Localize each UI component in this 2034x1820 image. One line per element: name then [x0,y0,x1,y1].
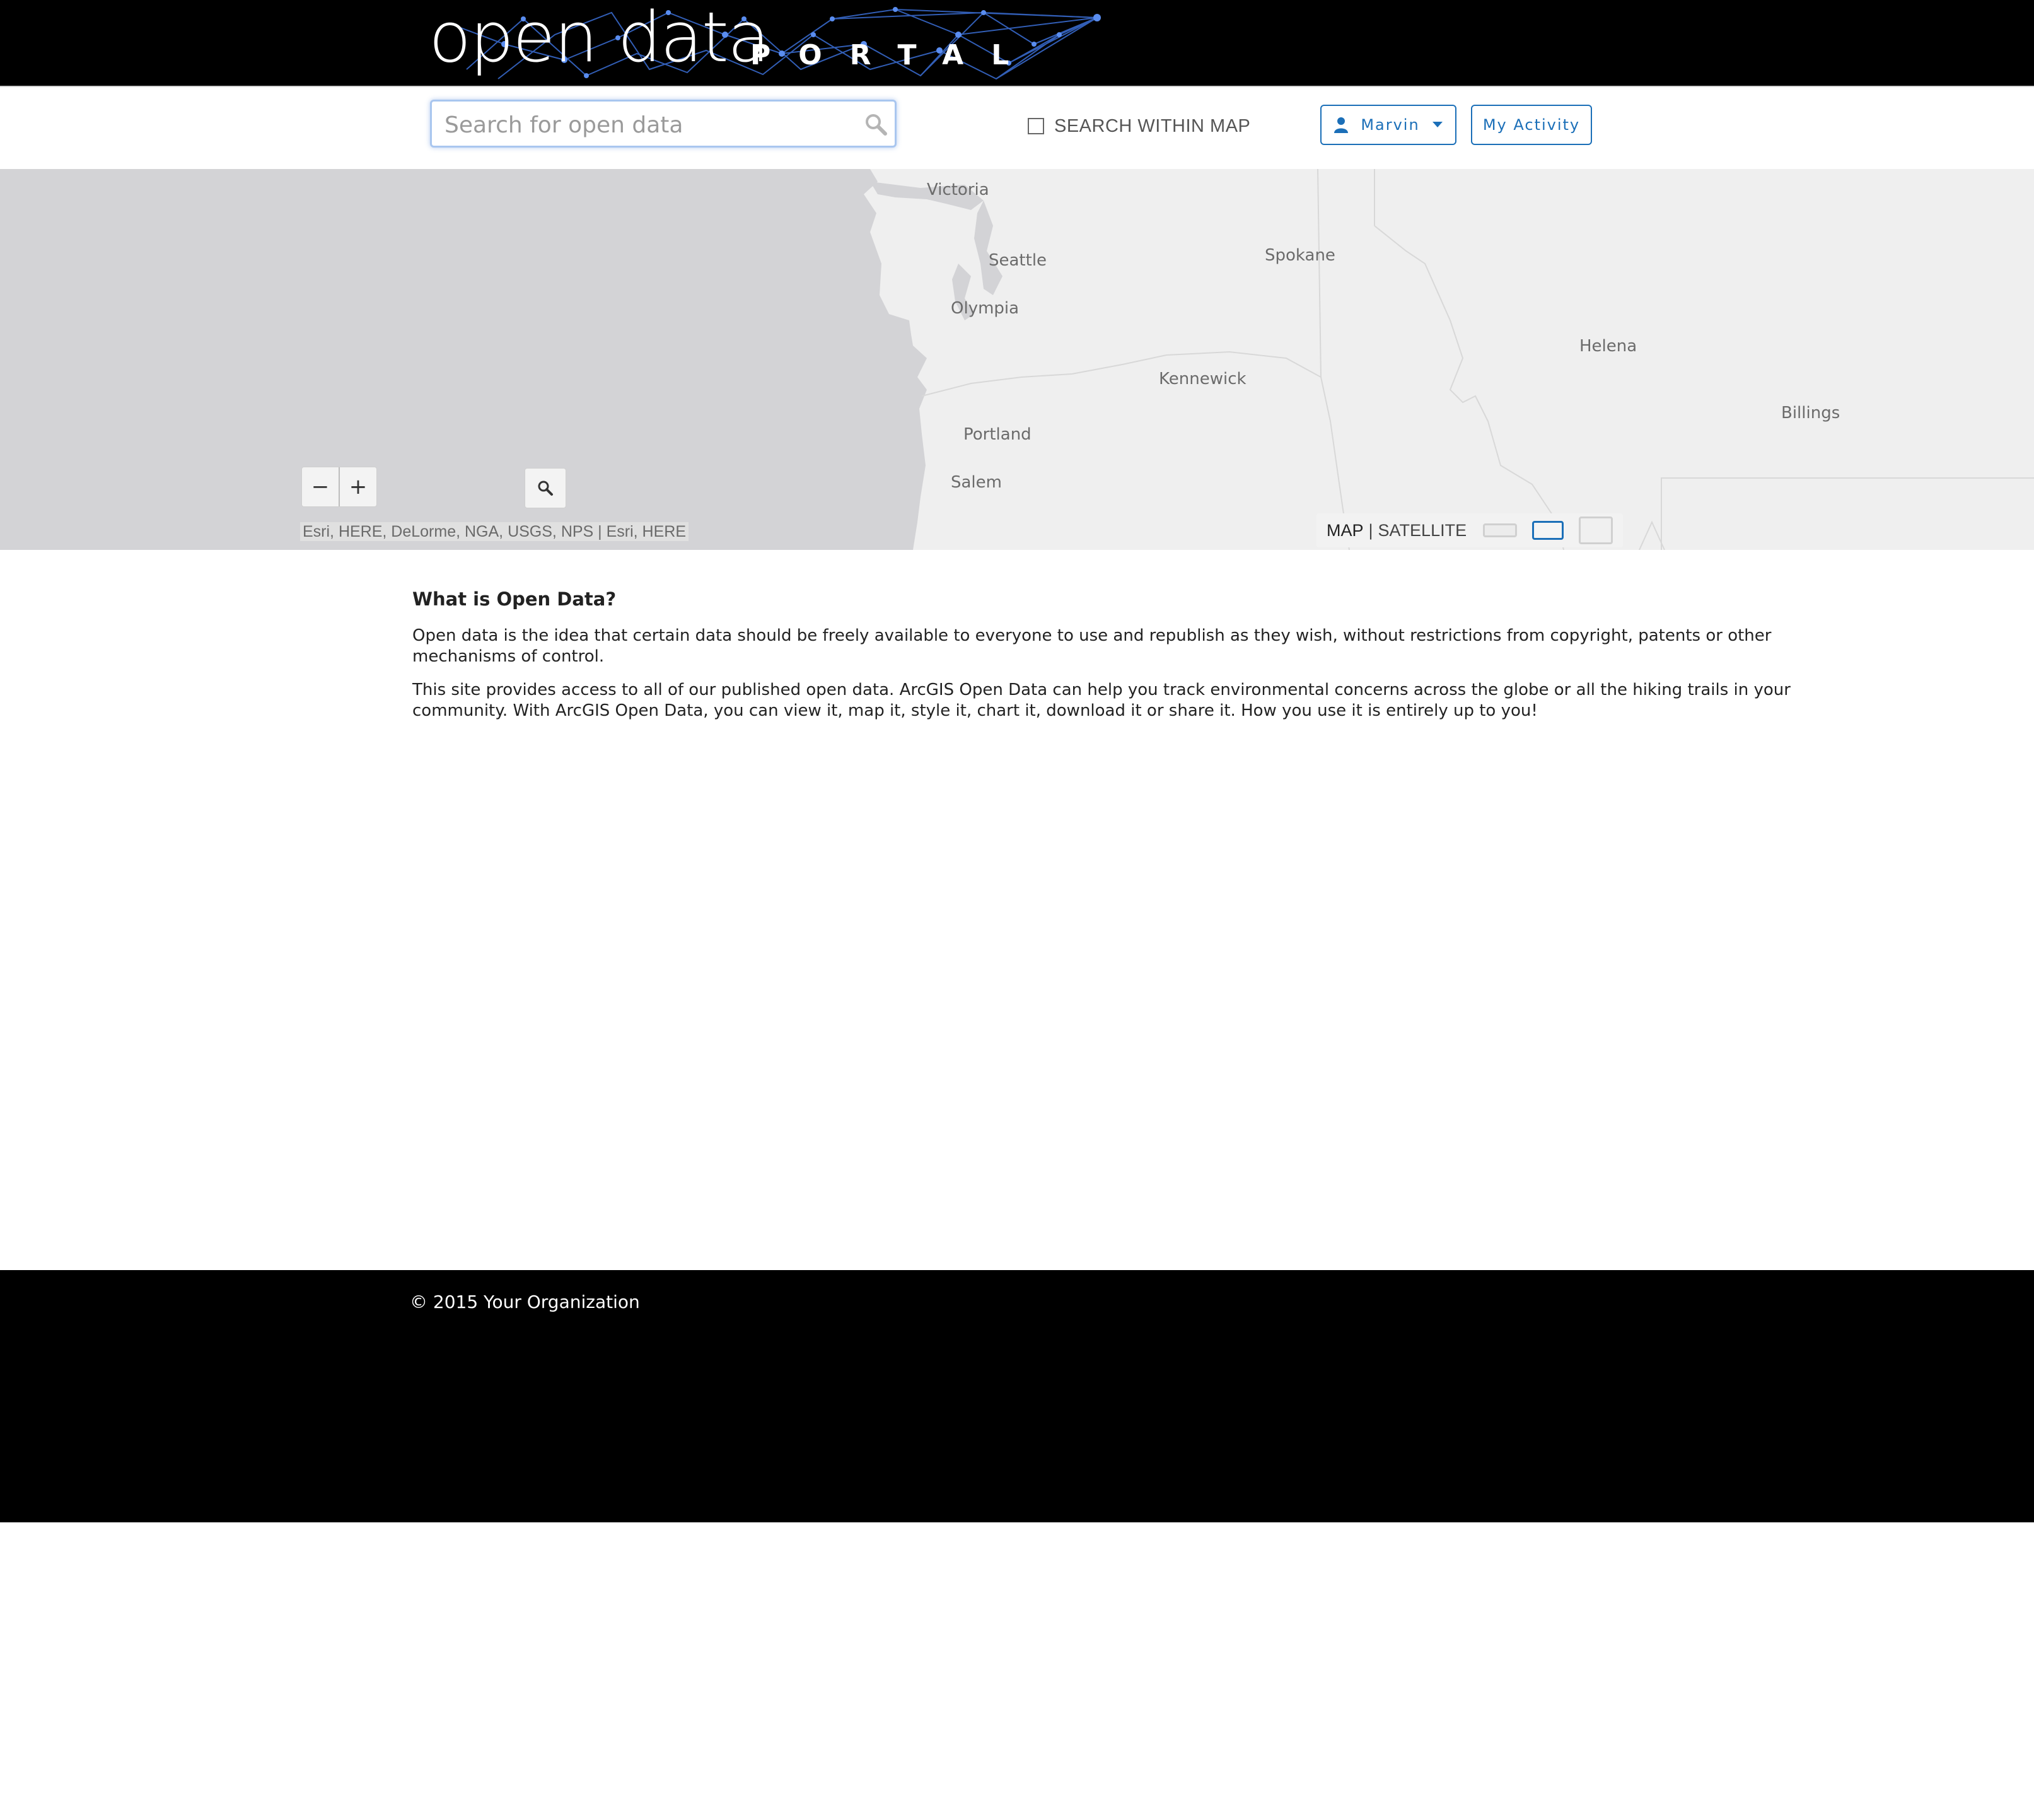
search-within-map-label: SEARCH WITHIN MAP [1054,115,1251,136]
basemap-map-option[interactable]: MAP [1327,521,1364,540]
site-logo[interactable]: open data PORTAL [429,0,1103,86]
footer: © 2015 Your Organization [0,1270,2034,1522]
zoom-out-button[interactable]: − [302,467,340,506]
chevron-down-icon [1432,122,1443,127]
logo-text-main: open data [429,0,770,78]
city-label-salem: Salem [951,473,1002,492]
city-label-kennewick: Kennewick [1159,370,1247,388]
basemap-thumbnail-3[interactable] [1579,516,1613,544]
header-banner: open data PORTAL [0,0,2034,86]
magnifier-icon [538,481,553,496]
city-label-seattle: Seattle [989,251,1047,270]
user-menu-button[interactable]: Marvin [1320,105,1456,145]
city-label-olympia: Olympia [951,299,1020,318]
city-label-billings: Billings [1781,404,1840,423]
search-input[interactable] [443,107,849,143]
city-label-spokane: Spokane [1265,246,1335,265]
zoom-in-button[interactable]: + [340,467,376,506]
description-paragraph: This site provides access to all of our … [412,680,1791,720]
map-search-button[interactable] [525,468,566,508]
copyright-text: © 2015 Your Organization [410,1292,640,1312]
zoom-control: − + [301,467,377,507]
search-icon[interactable] [863,112,888,137]
user-icon [1334,117,1349,133]
map-attribution: Esri, HERE, DeLorme, NGA, USGS, NPS | Es… [300,522,689,541]
search-within-map-toggle[interactable]: SEARCH WITHIN MAP [1028,114,1250,139]
logo-text-sub: PORTAL [750,39,1037,71]
basemap-switcher: MAP | SATELLITE [1316,513,1624,547]
my-activity-button[interactable]: My Activity [1471,105,1592,145]
basemap-satellite-option[interactable]: SATELLITE [1378,521,1467,540]
city-label-helena: Helena [1579,337,1637,356]
basemap-thumbnail-1[interactable] [1483,523,1518,537]
main-content: What is Open Data? Open data is the idea… [412,586,1863,734]
city-label-portland: Portland [963,425,1032,444]
search-box [430,100,897,148]
user-menu-label: Marvin [1361,116,1420,134]
toolbar: SEARCH WITHIN MAP Marvin My Activity [0,86,2034,170]
map-view[interactable]: Victoria Seattle Spokane Olympia Helena … [0,169,2034,550]
basemap-thumbnail-2[interactable] [1532,521,1564,540]
my-activity-label: My Activity [1482,116,1581,134]
basemap-separator: | [1368,520,1373,540]
page-heading: What is Open Data? [412,588,617,610]
intro-paragraph: Open data is the idea that certain data … [412,626,1772,666]
search-within-map-checkbox[interactable] [1028,118,1044,134]
city-label-victoria: Victoria [927,180,989,199]
